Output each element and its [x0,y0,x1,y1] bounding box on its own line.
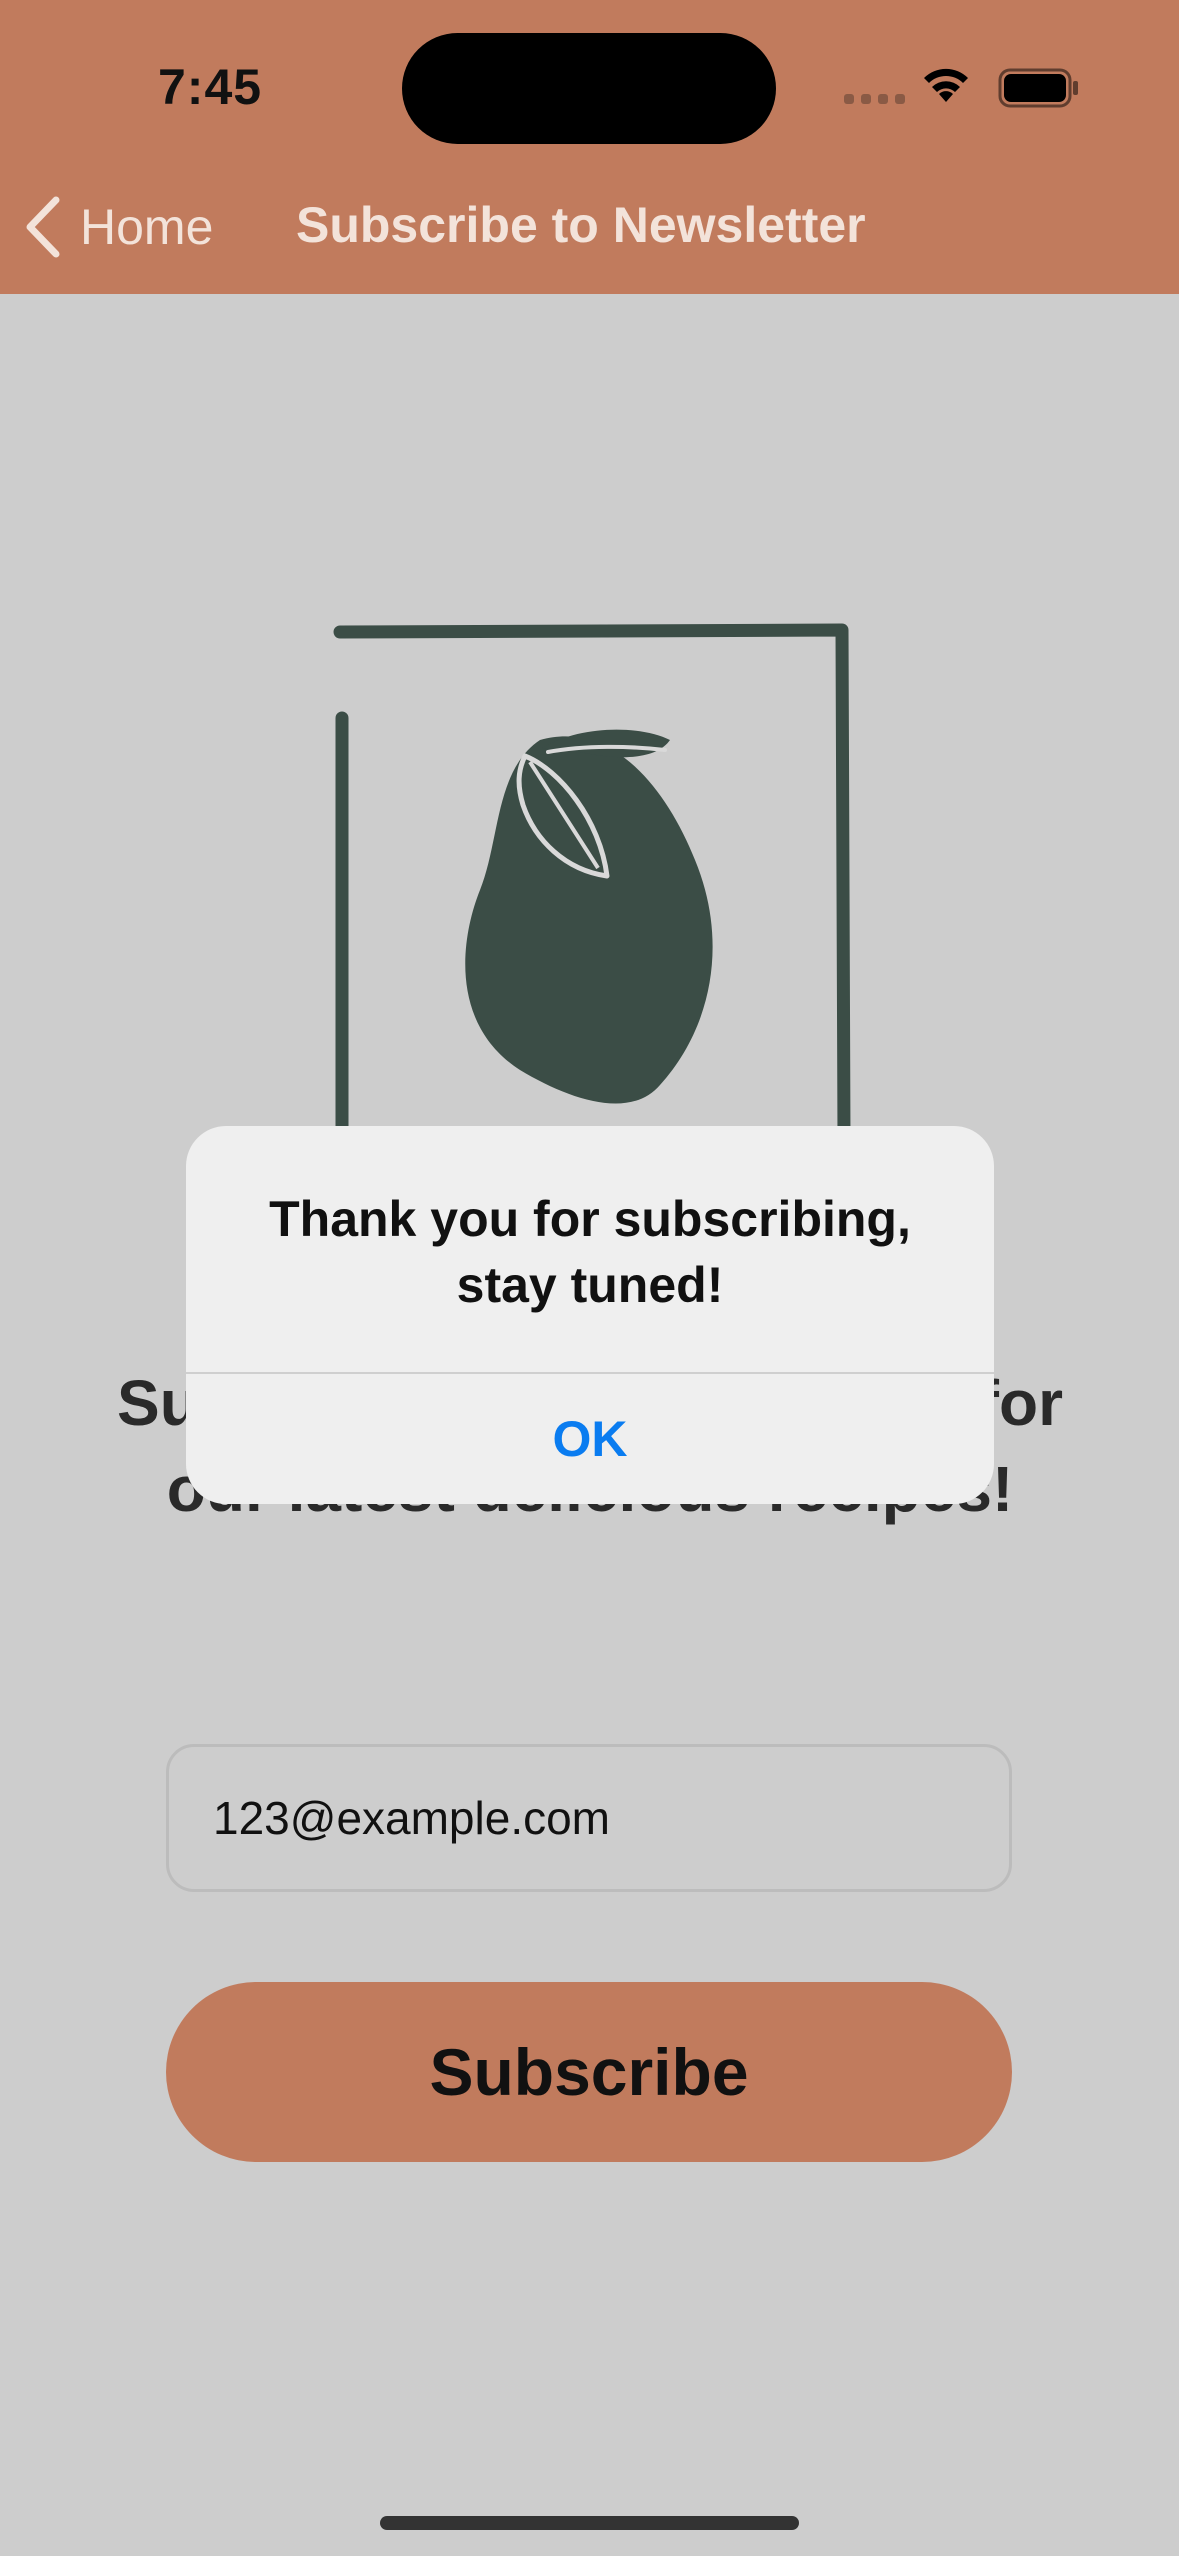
status-time: 7:45 [158,59,263,115]
alert-ok-button[interactable]: OK [186,1374,994,1504]
cellular-signal-icon [844,94,905,104]
back-label: Home [80,199,214,255]
confirmation-alert: Thank you for subscribing, stay tuned! O… [186,1126,994,1504]
home-indicator[interactable] [380,2516,799,2530]
back-chevron-icon [26,196,60,258]
dynamic-island [402,33,776,144]
alert-message: Thank you for subscribing, stay tuned! [269,1191,911,1313]
battery-icon [998,68,1078,108]
navigation-header: 7:45 Home Subscribe to Newsletter [0,0,1179,294]
page-title: Subscribe to Newsletter [296,197,866,253]
wifi-icon [924,68,968,102]
back-button[interactable]: Home [22,192,213,262]
